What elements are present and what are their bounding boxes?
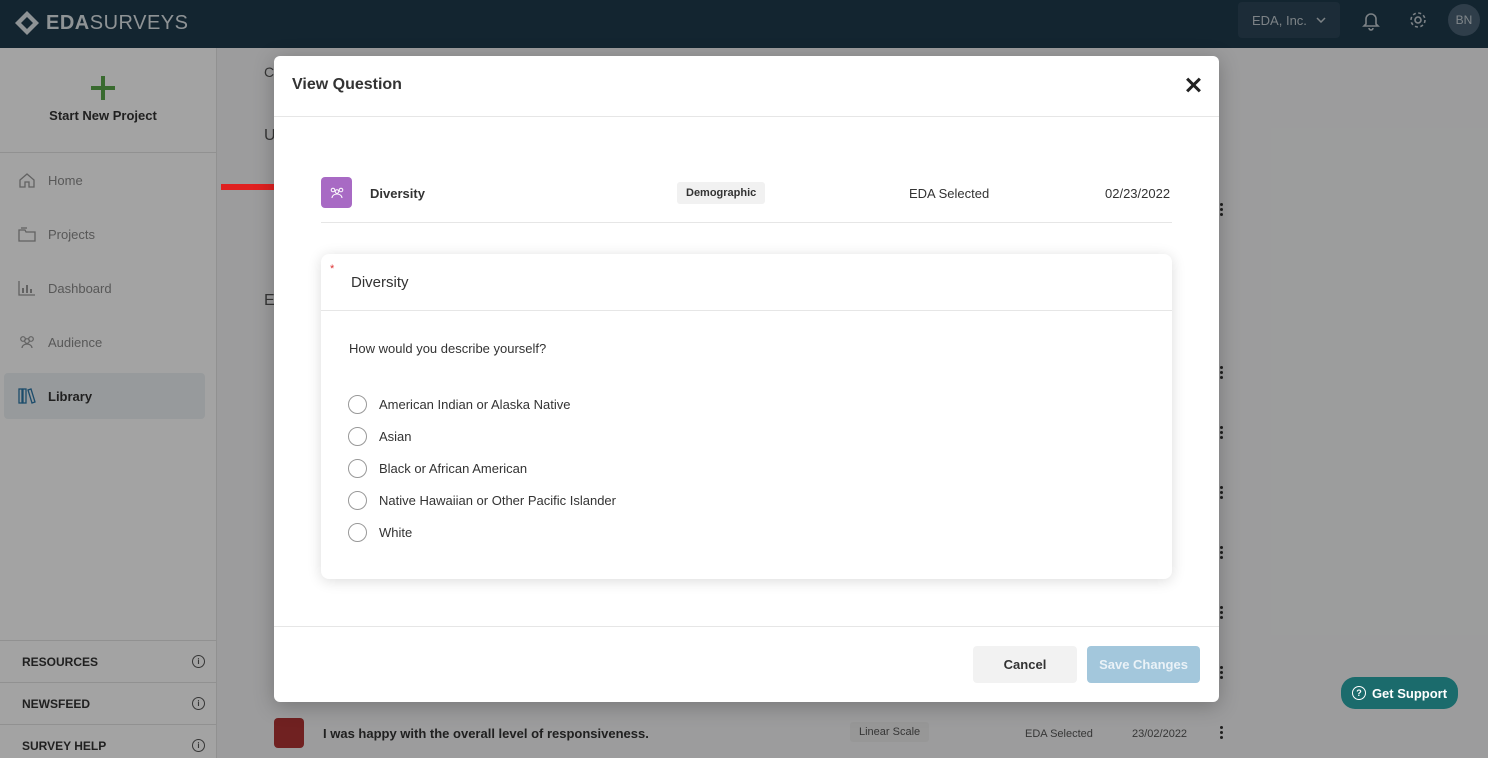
question-date: 02/23/2022 xyxy=(1105,186,1171,201)
radio-button[interactable] xyxy=(348,490,367,510)
divider xyxy=(274,116,1219,117)
get-support-button[interactable]: ? Get Support xyxy=(1341,677,1458,709)
modal-title: View Question xyxy=(292,76,402,93)
preview-title: Diversity xyxy=(351,274,409,291)
get-support-label: Get Support xyxy=(1371,685,1448,701)
required-marker: * xyxy=(330,263,335,275)
help-icon: ? xyxy=(1351,686,1366,700)
demographic-icon xyxy=(321,177,352,208)
option-label: Asian xyxy=(379,428,412,444)
question-summary-row: Diversity Demographic EDA Selected 02/23… xyxy=(321,177,1172,223)
radio-button[interactable] xyxy=(348,458,367,478)
view-question-modal: View Question Diversity Demographic EDA … xyxy=(274,56,1219,702)
answer-options: American Indian or Alaska Native Asian B… xyxy=(348,388,616,548)
question-name: Diversity xyxy=(370,186,425,201)
radio-option[interactable]: Asian xyxy=(348,420,616,452)
question-preview-card: * Diversity How would you describe yours… xyxy=(321,254,1172,579)
radio-option[interactable]: American Indian or Alaska Native xyxy=(348,388,616,420)
divider xyxy=(274,626,1219,627)
radio-option[interactable]: Black or African American xyxy=(348,452,616,484)
option-label: White xyxy=(379,524,413,540)
divider xyxy=(321,310,1172,311)
cancel-button[interactable]: Cancel xyxy=(973,646,1077,683)
option-label: Black or African American xyxy=(379,460,528,476)
radio-button[interactable] xyxy=(348,426,367,446)
option-label: Native Hawaiian or Other Pacific Islande… xyxy=(379,492,616,508)
question-selection: EDA Selected xyxy=(909,186,990,201)
radio-button[interactable] xyxy=(348,394,367,414)
question-prompt: How would you describe yourself? xyxy=(349,341,547,356)
radio-option[interactable]: White xyxy=(348,516,616,548)
option-label: American Indian or Alaska Native xyxy=(379,396,571,412)
save-changes-button[interactable]: Save Changes xyxy=(1087,646,1200,683)
radio-button[interactable] xyxy=(348,522,367,542)
close-icon[interactable] xyxy=(1186,78,1200,92)
radio-option[interactable]: Native Hawaiian or Other Pacific Islande… xyxy=(348,484,616,516)
category-badge: Demographic xyxy=(677,182,766,204)
